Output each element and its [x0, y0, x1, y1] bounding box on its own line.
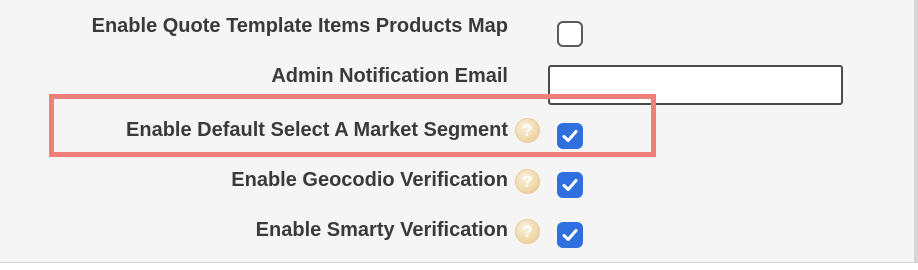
checkmark-icon — [562, 130, 578, 142]
panel-bottom-border — [0, 262, 918, 270]
settings-panel: Enable Quote Template Items Products Map… — [0, 0, 918, 270]
help-icon[interactable]: ? — [515, 169, 540, 194]
setting-label-admin-notification-email: Admin Notification Email — [271, 65, 508, 87]
setting-label-quote-template-items-products-map: Enable Quote Template Items Products Map — [91, 15, 508, 37]
checkmark-icon — [562, 229, 578, 241]
quote-template-items-products-map-checkbox[interactable] — [557, 21, 583, 47]
checkmark-icon — [562, 179, 578, 191]
setting-label-default-select-market-segment: Enable Default Select A Market Segment — [126, 119, 508, 141]
smarty-verification-checkbox[interactable] — [557, 222, 583, 248]
setting-label-smarty-verification: Enable Smarty Verification — [255, 219, 508, 241]
panel-right-border — [914, 0, 918, 270]
help-icon[interactable]: ? — [515, 118, 540, 143]
setting-label-geocodio-verification: Enable Geocodio Verification — [231, 169, 508, 191]
geocodio-verification-checkbox[interactable] — [557, 172, 583, 198]
admin-notification-email-field[interactable] — [548, 65, 843, 105]
help-icon[interactable]: ? — [515, 219, 540, 244]
default-select-market-segment-checkbox[interactable] — [557, 123, 583, 149]
